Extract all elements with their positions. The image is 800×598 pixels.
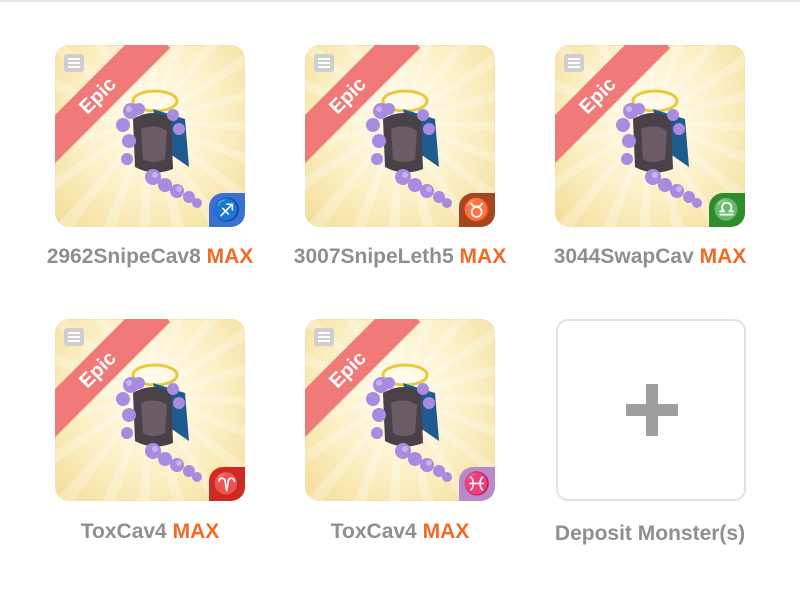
- max-badge: MAX: [206, 245, 254, 268]
- monster-card-3[interactable]: Epic ♎: [555, 45, 745, 227]
- monster-icon: [366, 363, 452, 482]
- monster-card-2[interactable]: Epic ♉: [305, 45, 495, 227]
- clipboard-icon: [314, 328, 334, 346]
- card-5-caption: ToxCav4 MAX: [280, 517, 520, 547]
- card-2-caption: 3007SnipeLeth5 MAX: [275, 242, 525, 272]
- monster-icon: [116, 89, 202, 208]
- monster-icon: [116, 363, 202, 482]
- max-badge: MAX: [699, 245, 747, 268]
- card-3-caption: 3044SwapCav MAX: [525, 242, 775, 272]
- monster-icon: [366, 89, 452, 208]
- deposit-monster-button[interactable]: [556, 319, 746, 501]
- card-1-caption: 2962SnipeCav8 MAX: [20, 242, 280, 272]
- monster-name: ToxCav4: [80, 520, 167, 543]
- monster-name: 3044SwapCav: [553, 245, 694, 268]
- clipboard-icon: [64, 54, 84, 72]
- monster-card-1[interactable]: Epic ♐: [55, 45, 245, 227]
- zodiac-aries-icon: ♈: [209, 467, 245, 501]
- max-badge: MAX: [459, 245, 507, 268]
- zodiac-taurus-icon: ♉: [459, 193, 495, 227]
- max-badge: MAX: [422, 520, 470, 543]
- zodiac-libra-icon: ♎: [709, 193, 745, 227]
- card-4-caption: ToxCav4 MAX: [30, 517, 270, 547]
- clipboard-icon: [564, 54, 584, 72]
- top-divider: [0, 0, 800, 2]
- monster-name: 2962SnipeCav8: [46, 245, 201, 268]
- plus-icon: [626, 384, 678, 436]
- zodiac-pisces-icon: ♓: [459, 467, 495, 501]
- monster-name: 3007SnipeLeth5: [293, 245, 454, 268]
- clipboard-icon: [64, 328, 84, 346]
- clipboard-icon: [314, 54, 334, 72]
- monster-name: ToxCav4: [330, 520, 417, 543]
- monster-icon: [616, 89, 702, 208]
- deposit-label: Deposit Monster(s): [554, 522, 746, 545]
- monster-card-4[interactable]: Epic ♈: [55, 319, 245, 501]
- max-badge: MAX: [172, 520, 220, 543]
- zodiac-sagittarius-icon: ♐: [209, 193, 245, 227]
- monster-card-5[interactable]: Epic ♓: [305, 319, 495, 501]
